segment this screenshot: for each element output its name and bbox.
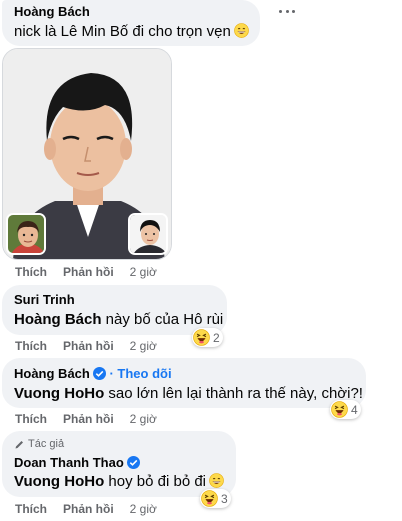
comment-bubble: Tác giả Doan Thanh Thao Vuong HoHo hoy b… [2, 431, 236, 497]
comment-text: nick là Lê Min Bố đi cho trọn vẹn [14, 23, 249, 40]
grinning-face-icon [234, 23, 249, 38]
comment-text-content: nick là Lê Min Bố đi cho trọn vẹn [14, 23, 231, 40]
reaction-summary[interactable]: 2 [192, 328, 223, 347]
timestamp[interactable]: 2 giờ [130, 502, 157, 516]
follow-button[interactable]: · Theo dõi [109, 366, 171, 381]
comment-actions: Thích Phản hồi 2 giờ [15, 265, 157, 279]
timestamp[interactable]: 2 giờ [130, 265, 157, 279]
reaction-count: 2 [213, 330, 220, 345]
comment-text-content: này bố của Hô rùi [101, 311, 224, 328]
grinning-face-icon [209, 473, 224, 488]
comment-actions: Thích Phản hồi 2 giờ [15, 502, 157, 516]
comment-bubble: Hoàng Bách · Theo dõi Vuong HoHo sao lớn… [2, 358, 366, 408]
comment-text-content: sao lớn lên lại thành ra thế này, chời?! [104, 385, 363, 402]
timestamp[interactable]: 2 giờ [130, 412, 157, 426]
mention-link[interactable]: Vuong HoHo [14, 385, 104, 402]
haha-reaction-icon [331, 401, 348, 418]
mention-link[interactable]: Vuong HoHo [14, 473, 104, 490]
haha-reaction-icon [201, 490, 218, 507]
verified-badge-icon [126, 456, 140, 469]
commenter-name[interactable]: Hoàng Bách [14, 366, 90, 381]
haha-reaction-icon [193, 329, 210, 346]
pen-icon [15, 440, 23, 448]
comment-text: Hoàng Bách này bố của Hô rùi [14, 311, 223, 328]
comment-text: Vuong HoHo sao lớn lên lại thành ra thế … [14, 385, 363, 402]
comment-text-content: hoy bỏ đi bỏ đi [104, 473, 207, 490]
verified-badge-icon [92, 367, 106, 380]
commenter-name[interactable]: Suri Trinh [14, 292, 75, 307]
like-link[interactable]: Thích [15, 265, 47, 279]
mention-link[interactable]: Hoàng Bách [14, 311, 102, 328]
reaction-count: 3 [221, 491, 228, 506]
reply-link[interactable]: Phản hồi [63, 412, 114, 426]
like-link[interactable]: Thích [15, 412, 47, 426]
adult-thumbnail[interactable] [128, 213, 168, 255]
child-photo [8, 215, 44, 253]
more-options-icon[interactable] [276, 4, 298, 18]
comment-actions: Thích Phản hồi 2 giờ [15, 339, 157, 353]
commenter-name[interactable]: Doan Thanh Thao [14, 455, 124, 470]
reply-link[interactable]: Phản hồi [63, 339, 114, 353]
comment-bubble: Suri Trinh Hoàng Bách này bố của Hô rùi [2, 285, 227, 335]
commenter-name-row: Hoàng Bách · Theo dõi [14, 366, 172, 381]
like-link[interactable]: Thích [15, 502, 47, 516]
reaction-count: 4 [351, 402, 358, 417]
adult-photo [130, 215, 166, 253]
reaction-summary[interactable]: 4 [330, 400, 361, 419]
comment-actions: Thích Phản hồi 2 giờ [15, 412, 157, 426]
timestamp[interactable]: 2 giờ [130, 339, 157, 353]
comment-text: Vuong HoHo hoy bỏ đi bỏ đi [14, 473, 224, 490]
commenter-name[interactable]: Hoàng Bách [14, 4, 90, 19]
author-label-row: Tác giả [14, 438, 64, 450]
reply-link[interactable]: Phản hồi [63, 502, 114, 516]
like-link[interactable]: Thích [15, 339, 47, 353]
reply-link[interactable]: Phản hồi [63, 265, 114, 279]
reaction-summary[interactable]: 3 [200, 489, 231, 508]
child-thumbnail[interactable] [6, 213, 46, 255]
commenter-name-row: Doan Thanh Thao [14, 455, 140, 470]
comment-bubble: Hoàng Bách nick là Lê Min Bố đi cho trọn… [2, 0, 260, 46]
author-label: Tác giả [28, 438, 65, 450]
comment-photo[interactable] [2, 48, 172, 260]
